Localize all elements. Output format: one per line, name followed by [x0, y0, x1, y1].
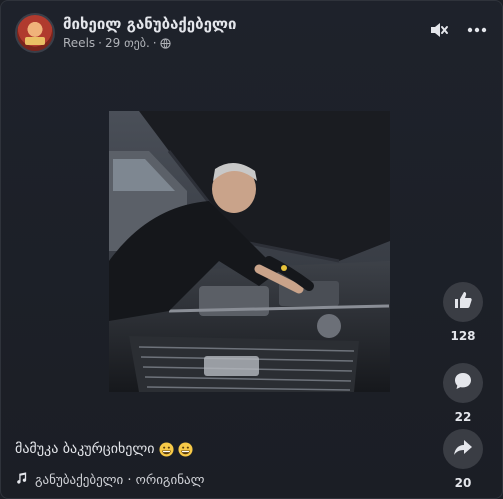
reel-video[interactable]: [109, 111, 390, 392]
audio-label[interactable]: განუბაქებელი · ორიგინალ: [35, 473, 204, 488]
grinning-face-icon: [159, 441, 174, 457]
like-count: 128: [450, 329, 476, 343]
comment-button[interactable]: [443, 363, 483, 403]
share-count: 20: [454, 476, 472, 490]
share-button[interactable]: [443, 429, 483, 469]
avatar[interactable]: [15, 13, 55, 53]
post-header: მიხეილ განუბაქებელი Reels · 29 თებ. ·: [15, 11, 488, 55]
caption-text: მამუკა ბაკურციხელი: [15, 441, 155, 457]
comment-action: 22: [442, 363, 484, 424]
share-action: 20: [442, 429, 484, 490]
post-meta: Reels · 29 თებ. ·: [63, 36, 171, 50]
post-time[interactable]: 29 თებ.: [105, 36, 150, 50]
grinning-face-icon: [178, 441, 193, 457]
share-arrow-icon: [453, 437, 473, 461]
reel-post-card: მიხეილ განუბაქებელი Reels · 29 თებ. · 12…: [0, 0, 503, 499]
source-label[interactable]: Reels: [63, 36, 95, 50]
thumbs-up-icon: [453, 290, 473, 314]
globe-icon: [159, 37, 171, 49]
speaker-muted-icon[interactable]: [428, 19, 450, 41]
post-caption: მამუკა ბაკურციხელი: [15, 441, 193, 457]
meta-separator-2: ·: [152, 36, 157, 50]
author-name[interactable]: მიხეილ განუბაქებელი: [63, 15, 236, 33]
more-horizontal-icon[interactable]: [466, 19, 488, 41]
like-action: 128: [442, 282, 484, 343]
meta-separator: ·: [98, 36, 102, 50]
header-controls: [428, 19, 488, 41]
like-button[interactable]: [443, 282, 483, 322]
comment-bubble-icon: [453, 371, 473, 395]
music-note-icon: [15, 472, 27, 488]
comment-count: 22: [454, 410, 472, 424]
audio-attribution[interactable]: განუბაქებელი · ორიგინალ: [15, 472, 204, 488]
video-frame-image: [109, 111, 390, 392]
